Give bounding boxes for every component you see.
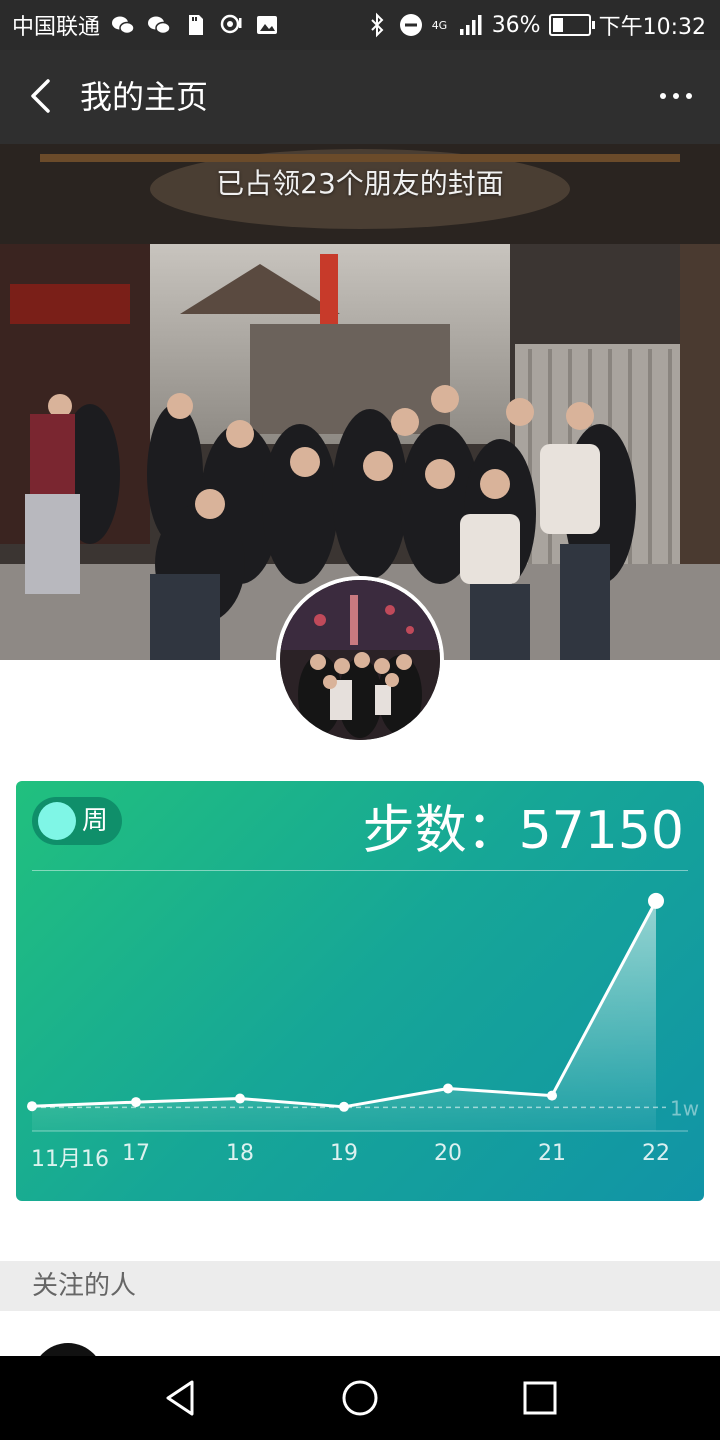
wechat-icon bbox=[110, 12, 136, 38]
hotspot-icon bbox=[218, 12, 244, 38]
card-divider bbox=[32, 870, 688, 871]
wechat-icon bbox=[146, 12, 172, 38]
steps-card[interactable]: 周 步数：57150 1w 11月16 17 18 19 20 21 22 bbox=[16, 781, 704, 1201]
toggle-knob bbox=[38, 802, 76, 840]
more-dots-icon bbox=[660, 93, 666, 99]
chart-point bbox=[648, 892, 664, 909]
x-tick-label: 17 bbox=[122, 1141, 150, 1166]
nav-recents-button[interactable] bbox=[490, 1356, 590, 1440]
x-axis-labels: 11月16 17 18 19 20 21 22 bbox=[16, 1141, 704, 1181]
bluetooth-icon bbox=[364, 12, 390, 38]
chart-point bbox=[235, 1093, 245, 1104]
app-header: 我的主页 bbox=[0, 50, 720, 144]
status-bar: 中国联通 4G 36% 下午10:32 bbox=[0, 0, 720, 50]
avatar-image bbox=[280, 580, 440, 740]
back-button[interactable] bbox=[16, 72, 64, 120]
home-circle-icon bbox=[342, 1380, 378, 1416]
steps-count: 步数：57150 bbox=[362, 801, 684, 861]
x-tick-label: 11月16 bbox=[31, 1147, 109, 1172]
chart-point bbox=[131, 1097, 141, 1108]
system-nav-bar bbox=[0, 1356, 720, 1440]
recents-square-icon bbox=[523, 1381, 557, 1415]
reference-line-label: 1w bbox=[670, 1096, 699, 1120]
page-title: 我的主页 bbox=[80, 78, 209, 116]
signal-icon bbox=[458, 12, 484, 38]
cover-caption: 已占领23个朋友的封面 bbox=[216, 167, 504, 200]
period-toggle[interactable]: 周 bbox=[32, 797, 122, 845]
nav-home-button[interactable] bbox=[310, 1356, 410, 1440]
chart-point bbox=[27, 1101, 37, 1112]
chart-point bbox=[443, 1083, 453, 1094]
x-tick-label: 18 bbox=[226, 1141, 254, 1166]
profile-avatar[interactable] bbox=[276, 576, 444, 744]
period-toggle-label: 周 bbox=[82, 806, 109, 836]
more-options-button[interactable] bbox=[648, 72, 704, 120]
sd-card-icon bbox=[182, 12, 208, 38]
x-tick-label: 21 bbox=[538, 1141, 566, 1166]
back-triangle-icon bbox=[166, 1380, 194, 1416]
clock: 下午10:32 bbox=[598, 15, 706, 40]
chart-point bbox=[547, 1090, 557, 1101]
chart-line bbox=[31, 900, 658, 1109]
x-tick-label: 20 bbox=[434, 1141, 462, 1166]
battery-percent: 36% bbox=[491, 12, 541, 38]
do-not-disturb-icon bbox=[398, 12, 424, 38]
following-list[interactable] bbox=[0, 1311, 720, 1356]
battery-icon bbox=[548, 14, 595, 36]
section-header-following: 关注的人 bbox=[0, 1261, 720, 1311]
nav-back-button[interactable] bbox=[130, 1356, 230, 1440]
network-type-label: 4G bbox=[431, 18, 448, 32]
chevron-left-icon bbox=[31, 79, 50, 113]
chart-area bbox=[32, 900, 656, 1131]
image-icon bbox=[254, 12, 280, 38]
chart-point bbox=[339, 1101, 349, 1112]
following-avatar[interactable] bbox=[32, 1343, 104, 1356]
x-tick-label: 22 bbox=[642, 1141, 670, 1166]
x-tick-label: 19 bbox=[330, 1141, 358, 1166]
carrier-label: 中国联通 bbox=[12, 15, 101, 40]
